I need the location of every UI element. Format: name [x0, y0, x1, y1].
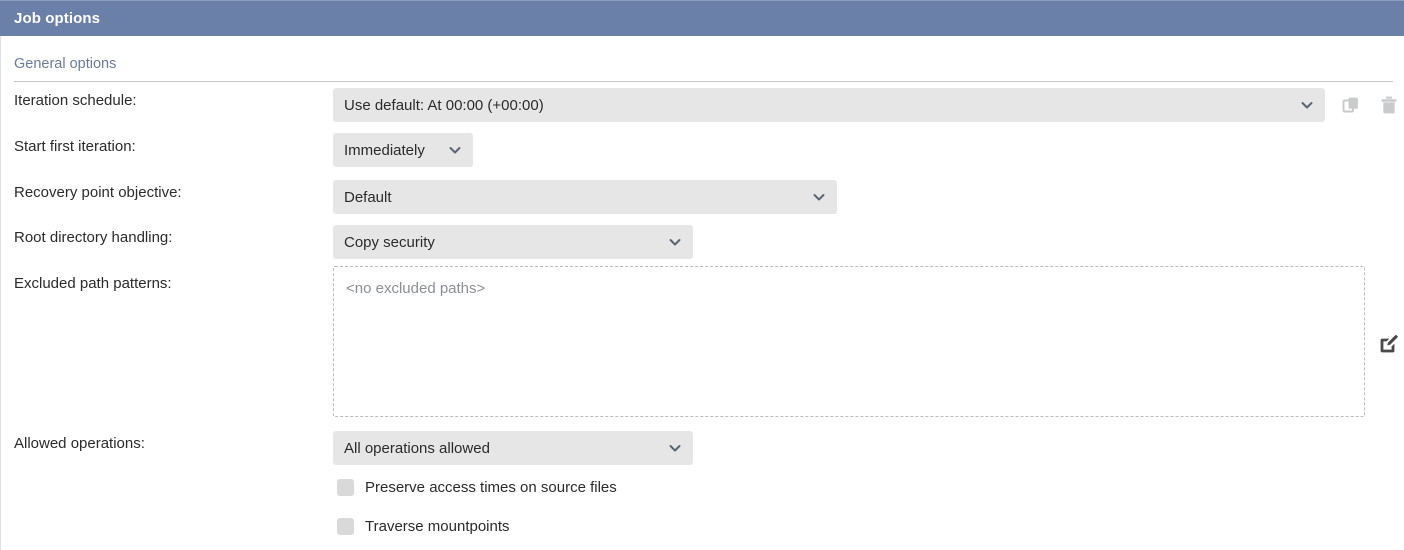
checkbox-row-preserve-access-times[interactable]: Preserve access times on source files [337, 479, 617, 496]
label-excluded-path-patterns: Excluded path patterns: [14, 275, 172, 292]
label-start-first-iteration: Start first iteration: [14, 138, 136, 155]
chevron-down-icon [813, 194, 825, 201]
allowed-operations-select[interactable]: All operations allowed [333, 431, 693, 465]
root-directory-handling-value: Copy security [344, 233, 435, 251]
chevron-down-icon [1301, 102, 1313, 109]
preserve-access-times-checkbox[interactable] [337, 479, 354, 496]
chevron-down-icon [449, 147, 461, 154]
traverse-mountpoints-checkbox[interactable] [337, 518, 354, 535]
label-recovery-point-objective: Recovery point objective: [14, 184, 182, 201]
chevron-down-icon [669, 239, 681, 246]
start-first-iteration-select[interactable]: Immediately [333, 133, 473, 167]
iteration-schedule-value: Use default: At 00:00 (+00:00) [344, 96, 544, 114]
traverse-mountpoints-label: Traverse mountpoints [365, 518, 510, 535]
preserve-access-times-label: Preserve access times on source files [365, 479, 617, 496]
allowed-operations-value: All operations allowed [344, 439, 490, 457]
job-options-panel: General options Iteration schedule: Use … [0, 36, 1404, 550]
delete-schedule-button[interactable] [1375, 91, 1403, 119]
label-iteration-schedule: Iteration schedule: [14, 92, 137, 109]
section-divider [14, 81, 1393, 82]
window-titlebar: Job options [0, 0, 1404, 36]
label-allowed-operations: Allowed operations: [14, 435, 145, 452]
root-directory-handling-select[interactable]: Copy security [333, 225, 693, 259]
copy-schedule-button[interactable] [1337, 91, 1365, 119]
edit-excluded-paths-button[interactable] [1375, 330, 1403, 358]
edit-pencil-icon [1380, 334, 1399, 353]
trash-icon [1381, 96, 1397, 114]
chevron-down-icon [669, 445, 681, 452]
copy-icon [1342, 97, 1358, 113]
window-title: Job options [14, 10, 101, 27]
recovery-point-objective-value: Default [344, 188, 392, 206]
excluded-path-patterns-placeholder: <no excluded paths> [346, 280, 486, 297]
excluded-path-patterns-textarea[interactable]: <no excluded paths> [333, 266, 1365, 417]
label-root-directory-handling: Root directory handling: [14, 229, 173, 246]
start-first-iteration-value: Immediately [344, 141, 425, 159]
checkbox-row-traverse-mountpoints[interactable]: Traverse mountpoints [337, 518, 510, 535]
general-options-section: General options [14, 56, 1393, 82]
iteration-schedule-select[interactable]: Use default: At 00:00 (+00:00) [333, 88, 1325, 122]
recovery-point-objective-select[interactable]: Default [333, 180, 837, 214]
section-title: General options [14, 56, 117, 72]
